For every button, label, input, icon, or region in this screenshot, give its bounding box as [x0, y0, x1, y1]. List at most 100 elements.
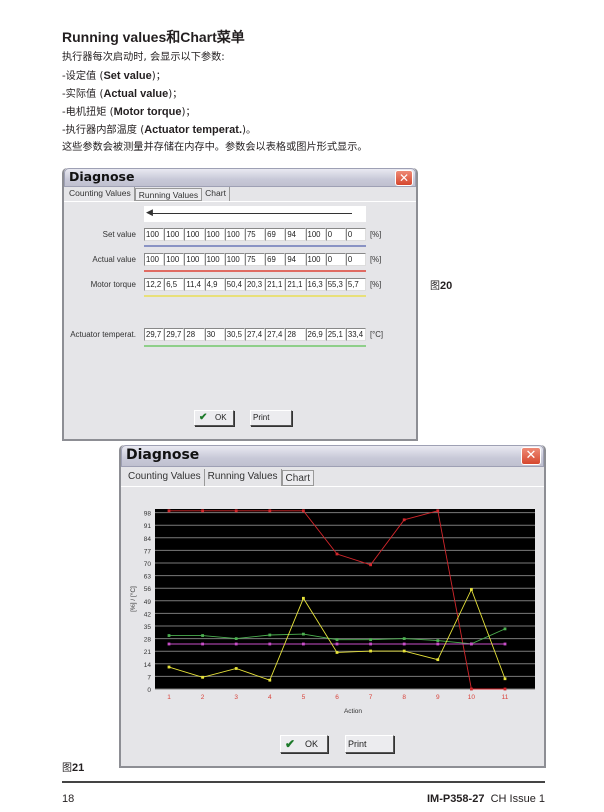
- close-icon: ✕: [525, 448, 537, 463]
- data-point: [167, 642, 171, 646]
- data-point: [167, 665, 171, 669]
- footer-rule: [62, 781, 545, 783]
- window-title: Diagnose: [69, 169, 135, 184]
- param-actuator-temperature: -执行器内部温度 (Actuator temperat.)。: [62, 124, 257, 136]
- title-bar[interactable]: Diagnose ✕: [64, 168, 416, 187]
- data-point: [369, 649, 372, 653]
- tab-chart[interactable]: Chart: [202, 187, 230, 201]
- summary-text: 这些参数会被测量并存储在内存中。参数会以表格或图片形式显示。: [62, 142, 368, 153]
- data-point: [335, 552, 339, 556]
- param-actual-value: -实际值 (Actual value)；: [62, 88, 183, 100]
- series-color-underline: [144, 345, 366, 347]
- value-cell: 0: [325, 228, 346, 241]
- data-point: [436, 642, 440, 646]
- y-axis-label: [%] / [°C]: [129, 586, 137, 612]
- data-point: [470, 588, 473, 591]
- data-point: [402, 642, 406, 646]
- ok-button[interactable]: ✔ OK: [194, 410, 234, 426]
- data-point: [470, 642, 473, 646]
- value-cell: 69: [265, 253, 286, 266]
- x-tick-label: 4: [268, 694, 272, 701]
- data-point: [302, 642, 305, 646]
- unit-label: [%]: [370, 280, 382, 289]
- tab-counting-values[interactable]: Counting Values: [125, 469, 205, 486]
- value-cell: 28: [285, 328, 306, 341]
- print-button[interactable]: Print: [345, 735, 394, 753]
- print-button[interactable]: Print: [250, 410, 292, 426]
- tab-bar: Counting Values Running Values Chart: [121, 469, 544, 487]
- value-cell: 100: [184, 228, 205, 241]
- value-cell: 29,7: [144, 328, 165, 341]
- data-point: [268, 633, 272, 637]
- param-set-value: -设定值 (Set value)；: [62, 70, 166, 82]
- data-point: [503, 677, 507, 681]
- ok-label: OK: [215, 413, 227, 422]
- ok-button[interactable]: ✔ OK: [280, 735, 328, 753]
- data-point: [369, 563, 372, 567]
- value-cell: 100: [144, 228, 165, 241]
- data-point: [436, 658, 440, 662]
- tab-chart[interactable]: Chart: [281, 470, 314, 486]
- value-cell: 25,1: [325, 328, 346, 341]
- close-icon: ✕: [398, 171, 410, 185]
- value-cell: 33,4: [345, 328, 367, 341]
- data-point: [402, 637, 406, 640]
- unit-label: [%]: [370, 230, 382, 239]
- data-point: [268, 678, 272, 682]
- data-point: [335, 642, 339, 646]
- data-point: [369, 638, 372, 642]
- row-label: Motor torque: [90, 280, 136, 289]
- data-point: [302, 596, 305, 600]
- y-tick-label: 77: [144, 548, 152, 555]
- data-point: [503, 627, 507, 631]
- tab-counting-values[interactable]: Counting Values: [66, 187, 135, 201]
- tab-running-values[interactable]: Running Values: [134, 188, 203, 201]
- data-point: [201, 675, 204, 679]
- value-cells: 100 100 100 100 100 75 69 94 100 0 0: [144, 253, 367, 266]
- series-color-underline: [144, 295, 366, 297]
- close-button[interactable]: ✕: [521, 447, 541, 465]
- value-cell: 27,4: [244, 328, 266, 341]
- title-bar[interactable]: Diagnose ✕: [121, 445, 544, 467]
- value-cell: 20,3: [244, 278, 266, 291]
- data-point: [436, 639, 440, 642]
- row-label: Actual value: [92, 255, 136, 264]
- data-point: [201, 642, 204, 646]
- page-number: 18: [62, 793, 75, 805]
- x-tick-label: 7: [369, 694, 373, 701]
- arrow-shaft: [152, 213, 352, 214]
- data-point: [302, 509, 305, 513]
- y-tick-label: 0: [147, 687, 151, 694]
- x-tick-label: 3: [234, 694, 238, 701]
- x-tick-label: 10: [468, 694, 476, 701]
- value-cell: 0: [345, 228, 367, 241]
- value-cell: 0: [325, 253, 346, 266]
- x-axis-label: Action: [344, 708, 362, 715]
- y-tick-label: 35: [144, 624, 152, 631]
- value-cell: 100: [204, 228, 225, 241]
- tab-running-values[interactable]: Running Values: [205, 469, 282, 486]
- data-point: [436, 509, 440, 513]
- series-color-underline: [144, 245, 366, 247]
- x-tick-label: 2: [201, 694, 205, 701]
- checkmark-icon: ✔: [199, 412, 208, 423]
- close-button[interactable]: ✕: [395, 170, 413, 186]
- data-point: [302, 632, 305, 636]
- row-label: Set value: [102, 230, 136, 239]
- series-color-underline: [144, 270, 366, 272]
- data-point: [234, 642, 238, 646]
- value-cell: 100: [184, 253, 205, 266]
- value-cell: 75: [244, 253, 266, 266]
- data-point: [335, 638, 339, 642]
- data-point: [503, 642, 507, 646]
- x-tick-label: 5: [302, 694, 306, 701]
- value-cell: 100: [224, 228, 245, 241]
- data-point: [268, 509, 272, 513]
- value-cell: 29,7: [164, 328, 185, 341]
- data-point: [234, 667, 238, 670]
- value-cell: 100: [144, 253, 165, 266]
- y-tick-label: 21: [144, 649, 152, 656]
- plot-area: [155, 509, 535, 689]
- y-tick-label: 84: [144, 536, 152, 543]
- y-tick-label: 56: [144, 586, 152, 593]
